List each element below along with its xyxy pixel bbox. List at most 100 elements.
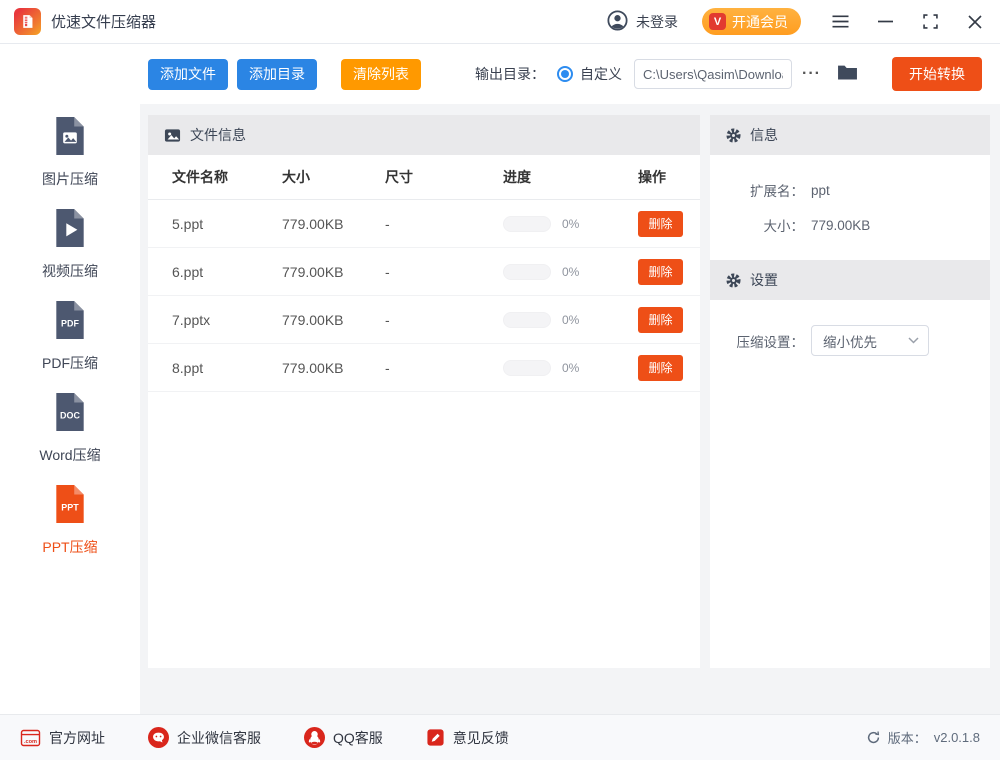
menu-button[interactable]	[831, 13, 849, 31]
progress-percent: 0%	[562, 265, 579, 279]
pdf-badge-text: PDF	[61, 318, 79, 328]
login-status-button[interactable]: 未登录	[607, 10, 678, 34]
progress-percent: 0%	[562, 217, 579, 231]
info-section-body: 扩展名： ppt 大小： 779.00KB	[710, 155, 990, 260]
wecom-support-label: 企业微信客服	[177, 728, 261, 748]
wecom-support-link[interactable]: 企业微信客服	[148, 727, 261, 748]
extension-row: 扩展名： ppt	[710, 180, 990, 200]
clear-list-button[interactable]: 清除列表	[341, 59, 421, 90]
output-path-input[interactable]	[634, 59, 792, 89]
file-size: 779.00KB	[282, 360, 385, 376]
delete-button[interactable]: 删除	[638, 355, 683, 381]
minimize-button[interactable]	[876, 13, 894, 31]
delete-button[interactable]: 删除	[638, 211, 683, 237]
file-dimension: -	[385, 312, 503, 328]
window-controls	[831, 13, 984, 31]
content-area: 文件信息 文件名称 大小 尺寸 进度 操作 5.ppt 779.00KB -	[140, 104, 1000, 714]
video-file-icon	[53, 208, 87, 248]
app-title: 优速文件压缩器	[51, 11, 156, 32]
footer-bar: .com 官方网址 企业微信客服 QQ客服	[0, 714, 1000, 760]
col-header-size: 大小	[282, 167, 385, 187]
pdf-file-icon: PDF	[53, 300, 87, 340]
sidebar-item-word-compress[interactable]: DOC Word压缩	[0, 392, 140, 465]
compression-setting-select[interactable]: 缩小优先	[811, 325, 929, 356]
progress-cell: 0%	[503, 312, 638, 328]
browse-more-button[interactable]	[796, 65, 827, 83]
file-dimension: -	[385, 360, 503, 376]
official-site-link[interactable]: .com 官方网址	[20, 728, 105, 748]
file-name: 7.pptx	[172, 312, 282, 328]
add-file-button[interactable]: 添加文件	[148, 59, 228, 90]
extension-label: 扩展名：	[710, 180, 804, 200]
file-name: 6.ppt	[172, 264, 282, 280]
file-info-icon	[164, 127, 181, 144]
col-header-dimension: 尺寸	[385, 167, 503, 187]
feedback-link[interactable]: 意见反馈	[426, 728, 509, 748]
sidebar: 图片压缩 视频压缩 PDF PDF压缩	[0, 44, 140, 714]
table-row: 6.ppt 779.00KB - 0% 删除	[148, 248, 700, 296]
progress-cell: 0%	[503, 360, 638, 376]
file-panel-title: 文件信息	[190, 125, 246, 145]
file-name: 5.ppt	[172, 216, 282, 232]
file-size: 779.00KB	[282, 264, 385, 280]
sidebar-item-label: Word压缩	[0, 445, 140, 465]
file-size: 779.00KB	[282, 312, 385, 328]
sidebar-item-label: PPT压缩	[0, 537, 140, 557]
gear-icon	[726, 128, 741, 143]
add-directory-button[interactable]: 添加目录	[237, 59, 317, 90]
sidebar-item-video-compress[interactable]: 视频压缩	[0, 208, 140, 281]
info-settings-panel: 信息 扩展名： ppt 大小： 779.00KB	[710, 115, 990, 668]
version-info: 版本：v2.0.1.8	[866, 728, 980, 747]
table-row: 5.ppt 779.00KB - 0% 删除	[148, 200, 700, 248]
progress-bar	[503, 264, 551, 280]
col-header-name: 文件名称	[172, 167, 282, 187]
progress-bar	[503, 216, 551, 232]
progress-bar	[503, 312, 551, 328]
table-header-row: 文件名称 大小 尺寸 进度 操作	[148, 155, 700, 200]
size-row: 大小： 779.00KB	[710, 215, 990, 235]
settings-section-body: 压缩设置： 缩小优先	[710, 300, 990, 381]
info-section-title: 信息	[750, 125, 778, 145]
ppt-file-icon: PPT	[53, 484, 87, 524]
open-folder-button[interactable]	[833, 64, 862, 84]
table-row: 7.pptx 779.00KB - 0% 删除	[148, 296, 700, 344]
custom-output-radio[interactable]	[557, 66, 573, 82]
qq-icon	[304, 727, 325, 748]
toolbar: 添加文件 添加目录 清除列表 输出目录： 自定义 开始转换	[140, 44, 1000, 104]
file-list-panel: 文件信息 文件名称 大小 尺寸 进度 操作 5.ppt 779.00KB -	[148, 115, 700, 668]
workspace: 添加文件 添加目录 清除列表 输出目录： 自定义 开始转换	[140, 44, 1000, 714]
maximize-button[interactable]	[921, 13, 939, 31]
wecom-icon	[148, 727, 169, 748]
settings-section-title: 设置	[750, 270, 778, 290]
delete-button[interactable]: 删除	[638, 307, 683, 333]
size-value: 779.00KB	[811, 218, 870, 233]
progress-percent: 0%	[562, 361, 579, 375]
compression-setting-label: 压缩设置：	[710, 331, 804, 351]
compression-setting-row: 压缩设置： 缩小优先	[710, 325, 990, 356]
sidebar-item-ppt-compress[interactable]: PPT PPT压缩	[0, 484, 140, 557]
close-button[interactable]	[966, 13, 984, 31]
sidebar-item-pdf-compress[interactable]: PDF PDF压缩	[0, 300, 140, 373]
file-dimension: -	[385, 216, 503, 232]
main-region: 图片压缩 视频压缩 PDF PDF压缩	[0, 44, 1000, 714]
size-label: 大小：	[710, 215, 804, 235]
qq-support-link[interactable]: QQ客服	[304, 727, 383, 748]
start-convert-button[interactable]: 开始转换	[892, 57, 982, 91]
update-icon	[866, 730, 881, 745]
open-vip-button[interactable]: V 开通会员	[702, 8, 801, 35]
svg-text:.com: .com	[24, 738, 37, 744]
version-value: v2.0.1.8	[934, 730, 980, 745]
info-section-header: 信息	[710, 115, 990, 155]
vip-button-label: 开通会员	[732, 12, 788, 32]
file-dimension: -	[385, 264, 503, 280]
delete-button[interactable]: 删除	[638, 259, 683, 285]
sidebar-item-image-compress[interactable]: 图片压缩	[0, 116, 140, 189]
sidebar-item-label: 图片压缩	[0, 169, 140, 189]
col-header-progress: 进度	[503, 167, 638, 187]
app-window: 优速文件压缩器 未登录 V 开通会员	[0, 0, 1000, 760]
qq-support-label: QQ客服	[333, 728, 383, 748]
ppt-badge-text: PPT	[61, 502, 79, 512]
settings-section-header: 设置	[710, 260, 990, 300]
vip-icon: V	[709, 13, 726, 30]
progress-percent: 0%	[562, 313, 579, 327]
